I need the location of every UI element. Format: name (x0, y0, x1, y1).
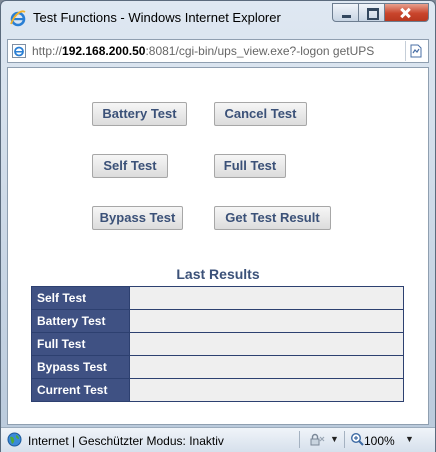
security-zone-text[interactable]: Internet | Geschützter Modus: Inaktiv (28, 434, 224, 448)
window-title: Test Functions - Windows Internet Explor… (33, 10, 281, 25)
chevron-down-icon[interactable]: ▼ (405, 434, 414, 444)
row-value (129, 355, 404, 379)
address-bar[interactable]: http://192.168.200.50:8081/cgi-bin/ups_v… (7, 39, 429, 63)
ie-page-icon (12, 44, 26, 58)
url-path: :8081/cgi-bin/ups_view.exe?-logon getUPS (145, 44, 375, 58)
table-row: Full Test (31, 332, 404, 356)
row-label: Self Test (31, 286, 130, 310)
row-value (129, 332, 404, 356)
row-value (129, 378, 404, 402)
cancel-test-button[interactable]: Cancel Test (214, 102, 307, 126)
status-divider (299, 431, 300, 448)
compatibility-view-icon[interactable] (405, 41, 426, 61)
battery-test-button[interactable]: Battery Test (92, 102, 187, 126)
zoom-icon[interactable] (350, 432, 364, 446)
self-test-button[interactable]: Self Test (92, 154, 168, 178)
row-value (129, 286, 404, 310)
title-bar: Test Functions - Windows Internet Explor… (1, 1, 435, 37)
status-bar: Internet | Geschützter Modus: Inaktiv ▼ … (1, 427, 435, 452)
window-controls (332, 3, 429, 23)
url-host: 192.168.200.50 (62, 44, 146, 58)
page-content: Battery Test Cancel Test Self Test Full … (7, 67, 429, 425)
row-label: Current Test (31, 378, 130, 402)
table-row: Bypass Test (31, 355, 404, 379)
url-prefix: http:// (32, 44, 63, 58)
globe-icon (7, 432, 22, 447)
internet-explorer-icon (10, 10, 26, 27)
full-test-button[interactable]: Full Test (214, 154, 286, 178)
zoom-level[interactable]: 100% (364, 434, 395, 448)
minimize-button[interactable] (332, 3, 359, 22)
browser-window: Test Functions - Windows Internet Explor… (0, 0, 436, 452)
row-label: Battery Test (31, 309, 130, 333)
results-table: Self Test Battery Test Full Test Bypass … (31, 286, 404, 402)
row-label: Full Test (31, 332, 130, 356)
chevron-down-icon[interactable]: ▼ (330, 434, 339, 444)
protected-mode-icon[interactable] (309, 432, 325, 447)
bypass-test-button[interactable]: Bypass Test (92, 206, 183, 230)
results-title: Last Results (176, 266, 260, 282)
row-label: Bypass Test (31, 355, 130, 379)
get-test-result-button[interactable]: Get Test Result (214, 206, 331, 230)
close-button[interactable] (385, 3, 429, 22)
table-row: Self Test (31, 286, 404, 310)
maximize-button[interactable] (359, 3, 385, 22)
row-value (129, 309, 404, 333)
table-row: Battery Test (31, 309, 404, 333)
url-text[interactable]: http://192.168.200.50:8081/cgi-bin/ups_v… (32, 44, 400, 58)
table-row: Current Test (31, 378, 404, 402)
status-divider (344, 431, 345, 448)
